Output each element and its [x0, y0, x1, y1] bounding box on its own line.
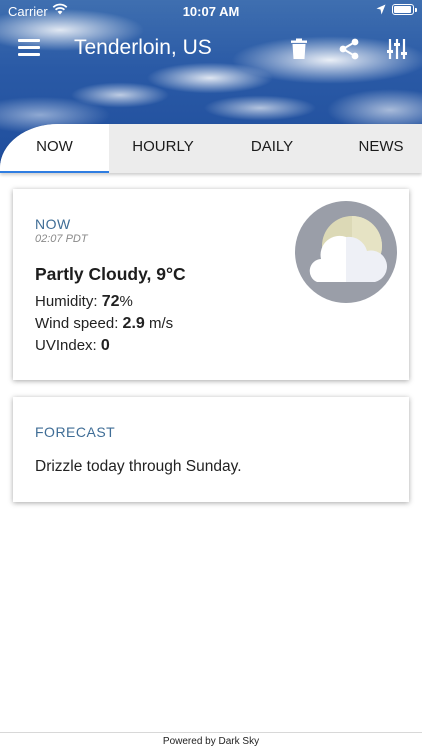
humidity-row: Humidity: 72%: [35, 293, 133, 311]
tab-daily[interactable]: DAILY: [217, 124, 327, 173]
settings-sliders-icon[interactable]: [386, 38, 408, 60]
humidity-value: 72: [101, 293, 120, 310]
navigation-bar: Tenderloin, US: [0, 30, 422, 70]
current-conditions-card: NOW 02:07 PDT Partly Cloudy, 9°C Humidit…: [13, 189, 409, 380]
menu-icon[interactable]: [18, 39, 40, 59]
powered-by-footer[interactable]: Powered by Dark Sky: [0, 732, 422, 750]
wind-speed-unit: m/s: [144, 315, 174, 332]
share-icon[interactable]: [338, 38, 360, 60]
forecast-section-label: FORECAST: [35, 424, 116, 440]
observation-time: 02:07 PDT: [35, 233, 88, 245]
wind-speed-row: Wind speed: 2.9 m/s: [35, 315, 173, 333]
wind-speed-label: Wind speed:: [35, 315, 123, 332]
humidity-unit: %: [119, 293, 133, 310]
uv-index-value: 0: [100, 337, 110, 354]
wind-speed-value: 2.9: [122, 315, 145, 332]
status-bar: Carrier 10:07 AM: [0, 0, 422, 22]
location-arrow-icon: [376, 4, 386, 15]
tab-hourly[interactable]: HOURLY: [109, 124, 217, 173]
forecast-summary: Drizzle today through Sunday.: [35, 458, 242, 475]
trash-icon[interactable]: [290, 38, 308, 60]
current-condition: Partly Cloudy, 9°C: [35, 264, 186, 284]
battery-icon: [392, 4, 417, 15]
forecast-card: FORECAST Drizzle today through Sunday.: [13, 397, 409, 502]
uv-index-label: UVIndex:: [35, 337, 101, 354]
location-title: Tenderloin, US: [74, 36, 212, 59]
status-time: 10:07 AM: [182, 4, 240, 19]
tab-news[interactable]: NEWS: [327, 124, 422, 173]
tab-bar: NOW HOURLY DAILY NEWS: [0, 124, 422, 173]
humidity-label: Humidity:: [35, 293, 102, 310]
partly-cloudy-icon: [295, 201, 397, 303]
uv-index-row: UVIndex: 0: [35, 337, 110, 355]
now-section-label: NOW: [35, 216, 71, 232]
